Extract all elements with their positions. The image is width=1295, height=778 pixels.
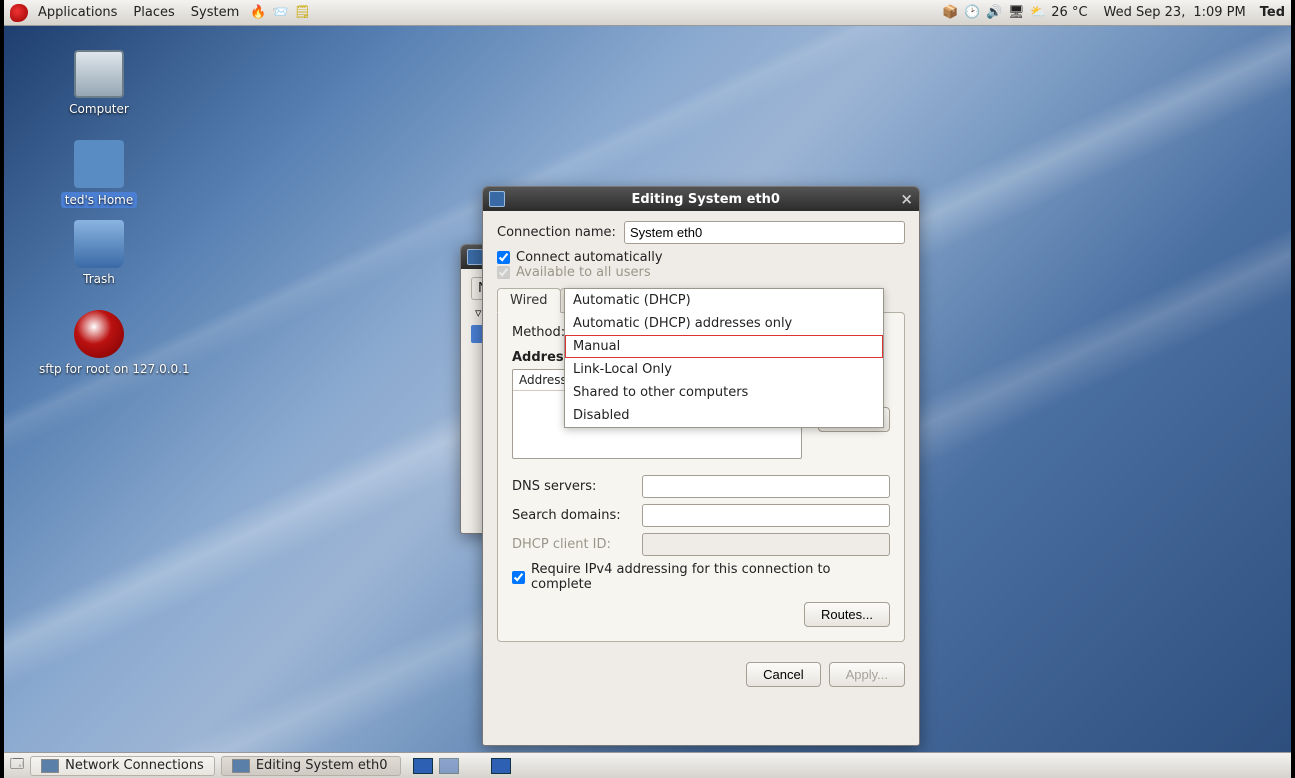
weather-icon: ⛅ — [1029, 4, 1047, 22]
checkbox-icon[interactable] — [512, 571, 525, 584]
connection-name-label: Connection name: — [497, 225, 616, 240]
package-updates-icon[interactable]: 📦 — [941, 4, 959, 22]
workspace-switcher-2[interactable] — [439, 758, 459, 774]
checkbox-label: Require IPv4 addressing for this connect… — [531, 562, 890, 592]
cpu-monitor-icon[interactable]: 🕑 — [963, 4, 981, 22]
window-icon — [489, 191, 505, 207]
search-domains-input[interactable] — [642, 504, 890, 527]
method-option-disabled[interactable]: Disabled — [565, 404, 883, 427]
method-option-shared[interactable]: Shared to other computers — [565, 381, 883, 404]
desktop-icon-label: sftp for root on 127.0.0.1 — [39, 362, 190, 376]
checkbox-label: Connect automatically — [516, 250, 663, 265]
trash-icon — [74, 220, 124, 268]
bottom-panel: 🗔 Network Connections Editing System eth… — [4, 752, 1291, 778]
titlebar[interactable]: Editing System eth0 × — [483, 187, 919, 211]
desktop-icon-label: Computer — [69, 102, 129, 116]
desktop-icon-label: ted's Home — [61, 192, 138, 208]
checkbox-icon[interactable] — [497, 251, 510, 264]
checkbox-icon — [497, 266, 510, 279]
temperature-label: 26 °C — [1051, 5, 1087, 20]
window-title: Editing System eth0 — [511, 192, 900, 207]
firefox-icon[interactable]: 🔥 — [249, 4, 267, 22]
taskbar-button-label: Network Connections — [65, 758, 204, 773]
search-domains-label: Search domains: — [512, 508, 634, 523]
method-label: Method: — [512, 325, 565, 340]
dhcp-client-id-label: DHCP client ID: — [512, 537, 634, 552]
workspace-switcher-1[interactable] — [413, 758, 433, 774]
method-option-manual[interactable]: Manual — [565, 335, 883, 358]
taskbar-button-network-connections[interactable]: Network Connections — [30, 756, 215, 776]
method-option-linklocal[interactable]: Link-Local Only — [565, 358, 883, 381]
system-menu[interactable]: System — [185, 5, 245, 20]
applications-menu[interactable]: Applications — [32, 5, 123, 20]
apply-button: Apply... — [829, 662, 905, 687]
desktop-icon-home[interactable]: ted's Home — [39, 140, 159, 208]
volume-icon[interactable]: 🔊 — [985, 4, 1003, 22]
mail-icon[interactable]: 📨 — [271, 4, 289, 22]
checkbox-label: Available to all users — [516, 265, 651, 280]
date-label: Wed Sep 23, — [1104, 5, 1186, 20]
network-manager-icon[interactable]: 🖥 — [1007, 4, 1025, 22]
user-menu[interactable]: Ted — [1260, 5, 1285, 20]
desktop-icon-computer[interactable]: Computer — [39, 50, 159, 116]
close-icon[interactable]: × — [900, 190, 913, 208]
home-folder-icon — [74, 140, 124, 188]
redhat-ball-icon — [74, 310, 124, 358]
show-desktop-icon[interactable]: 🗔 — [10, 755, 24, 777]
available-all-users-checkbox: Available to all users — [497, 265, 905, 280]
notes-icon[interactable]: 🗒 — [293, 4, 311, 22]
window-icon — [467, 249, 483, 265]
desktop-icon-trash[interactable]: Trash — [39, 220, 159, 286]
cancel-button[interactable]: Cancel — [746, 662, 820, 687]
connect-automatically-checkbox[interactable]: Connect automatically — [497, 250, 905, 265]
computer-icon — [74, 50, 124, 98]
redhat-icon — [10, 4, 28, 22]
taskbar-button-label: Editing System eth0 — [256, 758, 388, 773]
tab-wired[interactable]: Wired — [497, 288, 561, 313]
method-option-dhcp[interactable]: Automatic (DHCP) — [565, 289, 883, 312]
desktop-icon-label: Trash — [83, 272, 115, 286]
dhcp-client-id-input — [642, 533, 890, 556]
taskbar-button-editing-eth0[interactable]: Editing System eth0 — [221, 756, 401, 776]
top-panel: Applications Places System 🔥 📨 🗒 📦 🕑 🔊 🖥… — [4, 0, 1291, 26]
dns-servers-input[interactable] — [642, 475, 890, 498]
places-menu[interactable]: Places — [127, 5, 180, 20]
require-ipv4-checkbox[interactable]: Require IPv4 addressing for this connect… — [512, 562, 890, 592]
window-icon — [41, 759, 59, 773]
time-label: 1:09 PM — [1193, 5, 1245, 20]
method-option-dhcp-addr[interactable]: Automatic (DHCP) addresses only — [565, 312, 883, 335]
routes-button[interactable]: Routes... — [804, 602, 890, 627]
window-icon — [232, 759, 250, 773]
desktop-icon-sftp[interactable]: sftp for root on 127.0.0.1 — [39, 310, 159, 376]
dns-servers-label: DNS servers: — [512, 479, 634, 494]
edit-connection-window: Editing System eth0 × Connection name: C… — [482, 186, 920, 746]
method-dropdown-popup[interactable]: Automatic (DHCP) Automatic (DHCP) addres… — [564, 288, 884, 428]
connection-name-input[interactable] — [624, 221, 905, 244]
tray-icon[interactable] — [491, 758, 511, 774]
